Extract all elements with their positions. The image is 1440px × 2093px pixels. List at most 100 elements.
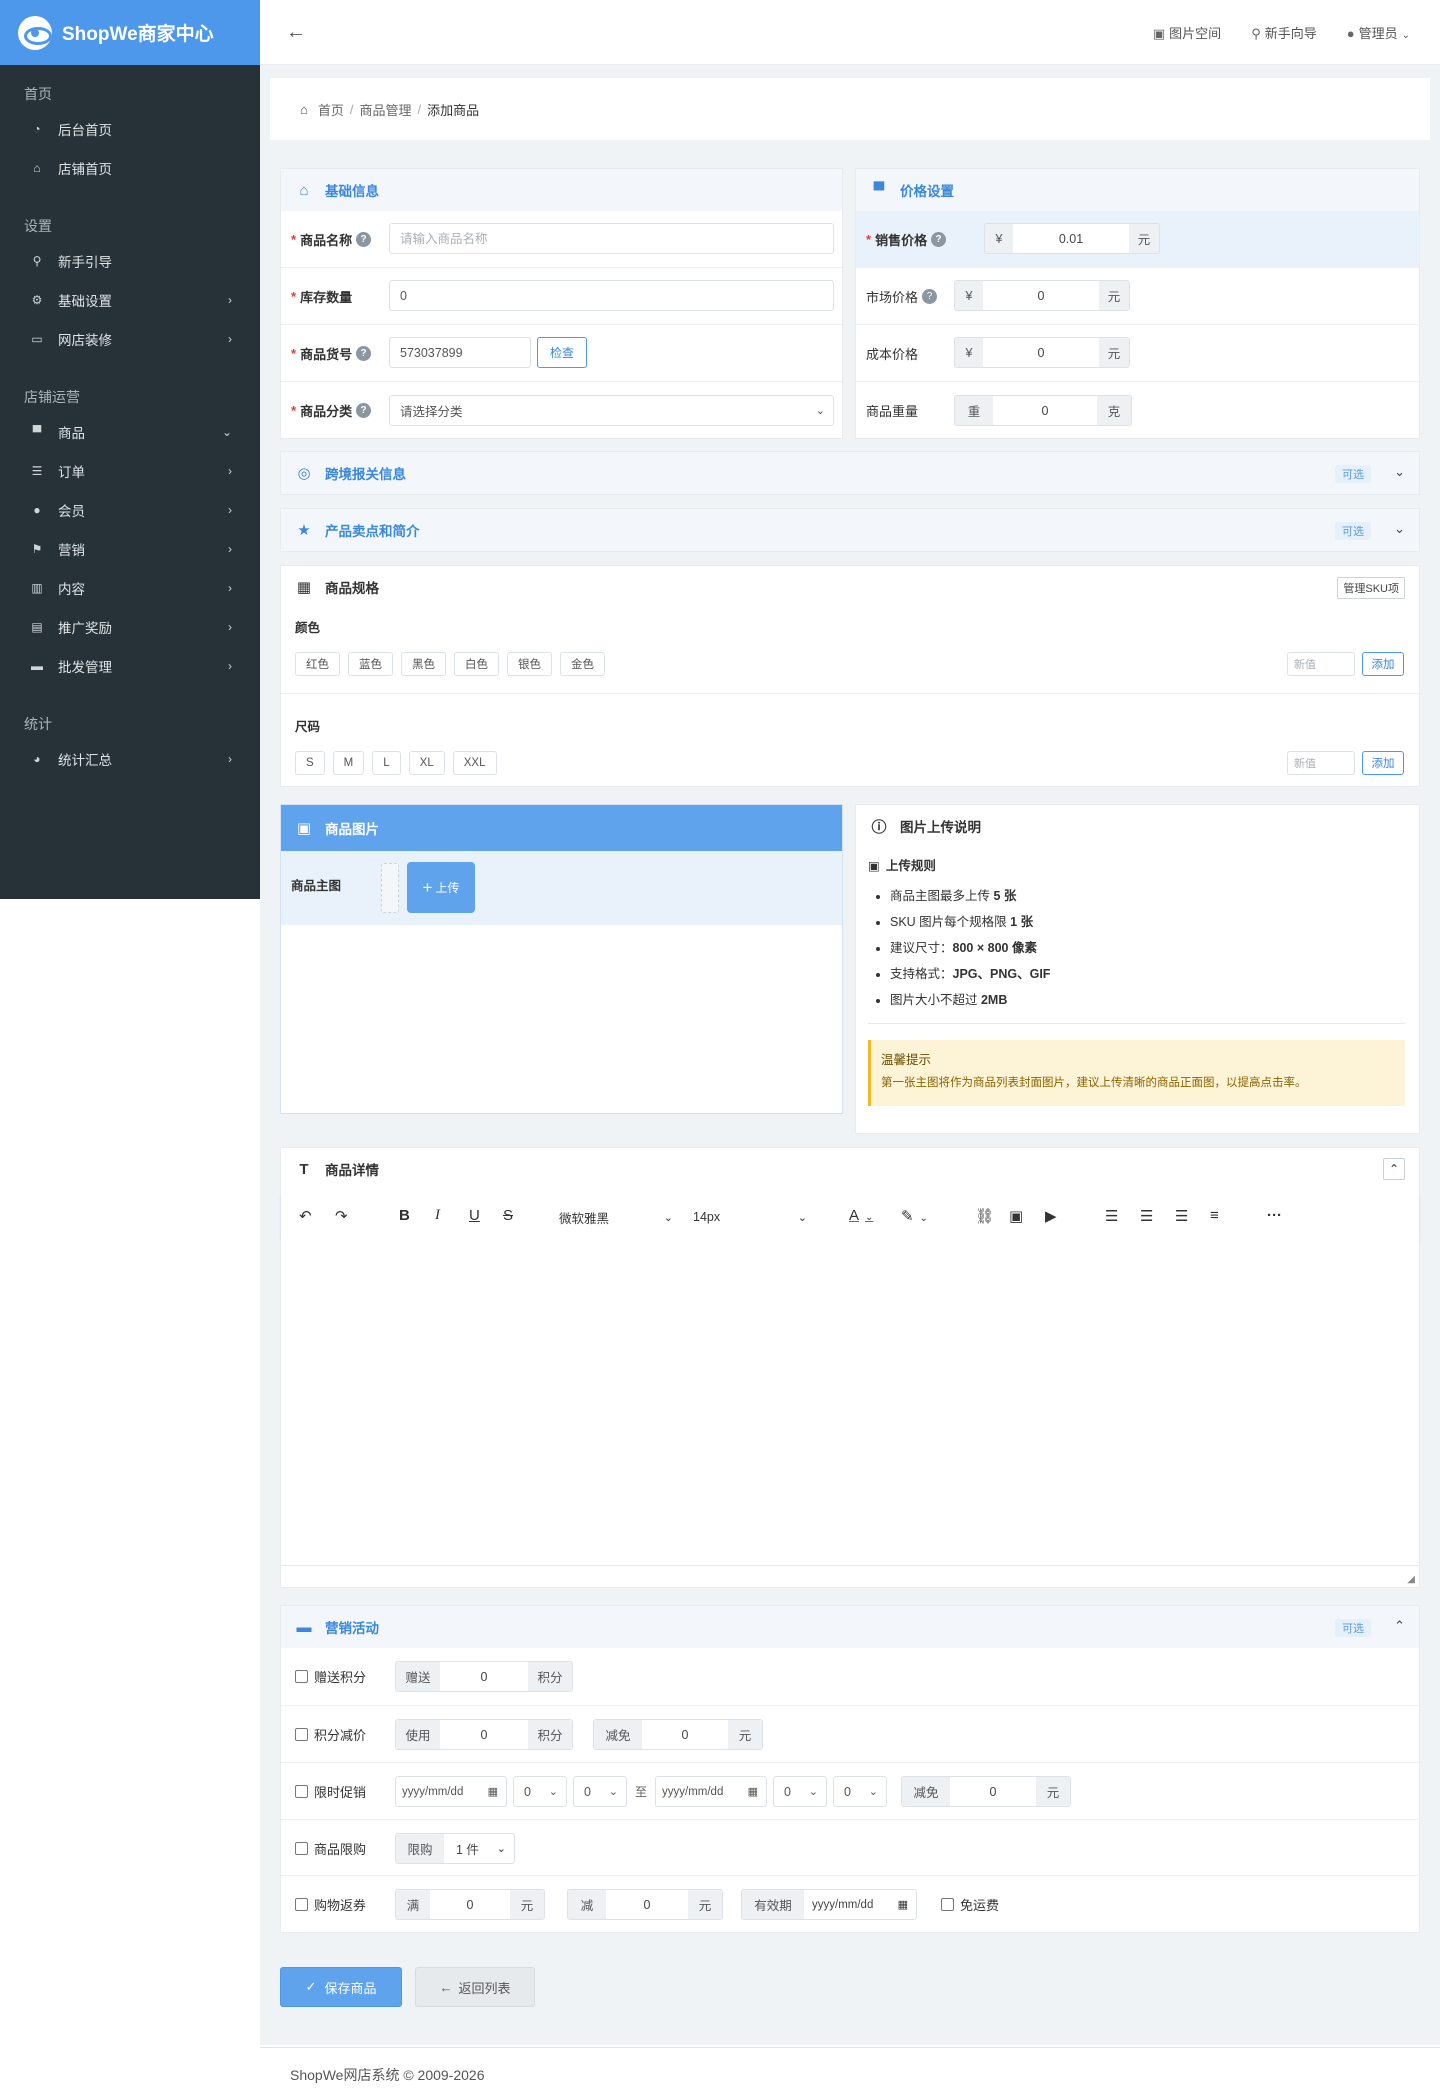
help-icon[interactable]: ?	[931, 231, 947, 247]
coupon-reduce-group[interactable]: 减0元	[567, 1889, 723, 1920]
value[interactable]: 0	[606, 1890, 688, 1919]
help-icon[interactable]: ?	[356, 231, 372, 247]
market-price-value[interactable]: 0	[983, 281, 1099, 310]
save-goods-button[interactable]: ✓ 保存商品	[280, 1967, 402, 2007]
sidebar-item-decoration[interactable]: ▭ 网店装修 ›	[0, 319, 260, 358]
font-size-select[interactable]: 14px ⌄	[685, 1204, 813, 1230]
resize-handle[interactable]: ◢	[1407, 1574, 1415, 1585]
value[interactable]: 0	[642, 1720, 728, 1749]
spec-chip[interactable]: 白色	[454, 652, 499, 676]
italic-icon[interactable]: I	[435, 1207, 440, 1224]
sidebar-item-marketing[interactable]: ⚑ 营销 ›	[0, 529, 260, 568]
spec-chip[interactable]: L	[372, 751, 401, 775]
admin-menu[interactable]: ● 管理员 ⌄	[1347, 23, 1410, 42]
points-reduce-group[interactable]: 减免 0 元	[593, 1719, 763, 1750]
chevron-down-icon[interactable]: ⌄	[1394, 464, 1405, 480]
selling-points-panel[interactable]: ★ 产品卖点和简介 可选 ⌄	[280, 508, 1420, 552]
category-select[interactable]: 请选择分类 ⌄	[389, 395, 834, 426]
highlight-icon[interactable]: ✎ ⌄	[901, 1207, 928, 1225]
align-left-icon[interactable]: ☰	[1105, 1207, 1118, 1225]
sidebar-item-shop-home[interactable]: ⌂ 店铺首页	[0, 148, 260, 187]
help-icon[interactable]: ?	[922, 288, 938, 304]
sidebar-item-members[interactable]: ● 会员 ›	[0, 490, 260, 529]
spec-chip[interactable]: XL	[408, 751, 445, 775]
customs-panel[interactable]: ◎ 跨境报关信息 可选 ⌄	[280, 451, 1420, 495]
app-logo[interactable]: ShopWe商家中心	[0, 0, 260, 65]
limit-group[interactable]: 限购 1 件 ⌄	[395, 1833, 515, 1864]
help-icon[interactable]: ?	[356, 403, 372, 418]
font-family-select[interactable]: 微软雅黑 ⌄	[551, 1204, 679, 1230]
underline-icon[interactable]: U	[469, 1207, 480, 1224]
help-icon[interactable]: ?	[356, 345, 372, 361]
flash-end-hour[interactable]: 0 ⌄	[773, 1776, 827, 1807]
panel-header[interactable]: ◎ 跨境报关信息 可选 ⌄	[281, 452, 1419, 494]
chevron-up-icon[interactable]: ⌃	[1394, 1618, 1405, 1634]
spec-chip[interactable]: 蓝色	[348, 652, 393, 676]
add-size-button[interactable]: 添加	[1362, 751, 1404, 775]
sidebar-item-promotion[interactable]: ▤ 推广奖励 ›	[0, 607, 260, 646]
sidebar-item-wholesale[interactable]: ▬ 批发管理 ›	[0, 646, 260, 685]
sidebar-item-stats[interactable]: ◕ 统计汇总 ›	[0, 739, 260, 778]
market-price-group[interactable]: ¥0 元	[954, 280, 1130, 311]
spec-chip[interactable]: M	[332, 751, 365, 775]
sidebar-item-guide[interactable]: ⚲ 新手引导	[0, 241, 260, 280]
back-arrow-icon[interactable]: ←	[286, 21, 306, 44]
sidebar-item-dashboard[interactable]: ◔ 后台首页	[0, 109, 260, 148]
new-size-input[interactable]: 新值	[1287, 751, 1355, 775]
flash-end-date[interactable]: yyyy/mm/dd ▦	[655, 1776, 767, 1807]
chevron-down-icon[interactable]: ⌄	[1394, 521, 1405, 537]
insert-image-icon[interactable]: ▣	[1009, 1207, 1023, 1225]
cost-price-value[interactable]: 0	[983, 338, 1099, 367]
goods-name-input[interactable]	[389, 223, 834, 254]
coupon-expiry-group[interactable]: 有效期 yyyy/mm/dd ▦	[741, 1889, 917, 1920]
spec-chip[interactable]: 银色	[507, 652, 552, 676]
points-use-group[interactable]: 使用 0 积分	[395, 1719, 573, 1750]
sale-price-value[interactable]: 0.01	[1013, 224, 1129, 253]
points-gift-checkbox[interactable]: 赠送积分	[295, 1667, 366, 1686]
cost-price-group[interactable]: ¥0 元	[954, 337, 1130, 368]
strikethrough-icon[interactable]: S	[503, 1207, 513, 1224]
breadcrumb-home[interactable]: 首页	[318, 100, 344, 119]
sidebar-item-content[interactable]: ▥ 内容 ›	[0, 568, 260, 607]
flash-start-date[interactable]: yyyy/mm/dd ▦	[395, 1776, 507, 1807]
more-icon[interactable]: ···	[1267, 1207, 1282, 1224]
points-gift-group[interactable]: 赠送 0 积分	[395, 1661, 573, 1692]
flash-sale-checkbox[interactable]: 限时促销	[295, 1782, 366, 1801]
sidebar-item-basic-settings[interactable]: ⚙ 基础设置 ›	[0, 280, 260, 319]
value[interactable]: 0	[440, 1662, 528, 1691]
breadcrumb-parent[interactable]: 商品管理	[360, 100, 412, 119]
back-to-list-button[interactable]: ← 返回列表	[415, 1967, 535, 2007]
stock-input[interactable]	[389, 280, 834, 311]
flash-end-minute[interactable]: 0 ⌄	[833, 1776, 887, 1807]
check-button[interactable]: 检查	[537, 337, 587, 368]
insert-video-icon[interactable]: ▶	[1045, 1207, 1057, 1225]
coupon-checkbox[interactable]: 购物返券	[295, 1895, 366, 1914]
editor-content[interactable]	[281, 1240, 1419, 1565]
manage-sku-button[interactable]: 管理SKU项	[1337, 577, 1405, 599]
align-justify-icon[interactable]: ≡	[1210, 1207, 1219, 1224]
guide-link[interactable]: ⚲ 新手向导	[1251, 23, 1317, 42]
text-color-icon[interactable]: A ⌄	[849, 1207, 873, 1224]
new-color-input[interactable]: 新值	[1287, 652, 1355, 676]
sku-input[interactable]	[389, 337, 531, 368]
flash-start-hour[interactable]: 0 ⌄	[513, 1776, 567, 1807]
value[interactable]: 0	[950, 1777, 1036, 1806]
free-shipping-checkbox[interactable]: 免运费	[941, 1895, 999, 1914]
sale-price-group[interactable]: ¥0.01 元	[984, 223, 1160, 254]
sidebar-item-orders[interactable]: ☰ 订单 ›	[0, 451, 260, 490]
upload-button[interactable]: + 上传	[407, 862, 475, 913]
spec-chip[interactable]: 黑色	[401, 652, 446, 676]
undo-icon[interactable]: ↶	[299, 1207, 312, 1225]
sidebar-item-goods[interactable]: ▀ 商品 ⌄	[0, 412, 260, 451]
value[interactable]: 0	[430, 1890, 510, 1919]
value[interactable]: 0	[440, 1720, 528, 1749]
add-color-button[interactable]: 添加	[1362, 652, 1404, 676]
flash-reduce-group[interactable]: 减免 0 元	[901, 1776, 1071, 1807]
redo-icon[interactable]: ↷	[335, 1207, 348, 1225]
purchase-limit-checkbox[interactable]: 商品限购	[295, 1839, 366, 1858]
link-icon[interactable]: ⛓	[975, 1207, 994, 1225]
align-right-icon[interactable]: ☰	[1175, 1207, 1188, 1225]
coupon-threshold-group[interactable]: 满0元	[395, 1889, 545, 1920]
panel-header[interactable]: ★ 产品卖点和简介 可选 ⌄	[281, 509, 1419, 551]
weight-group[interactable]: 重0克	[954, 395, 1132, 426]
